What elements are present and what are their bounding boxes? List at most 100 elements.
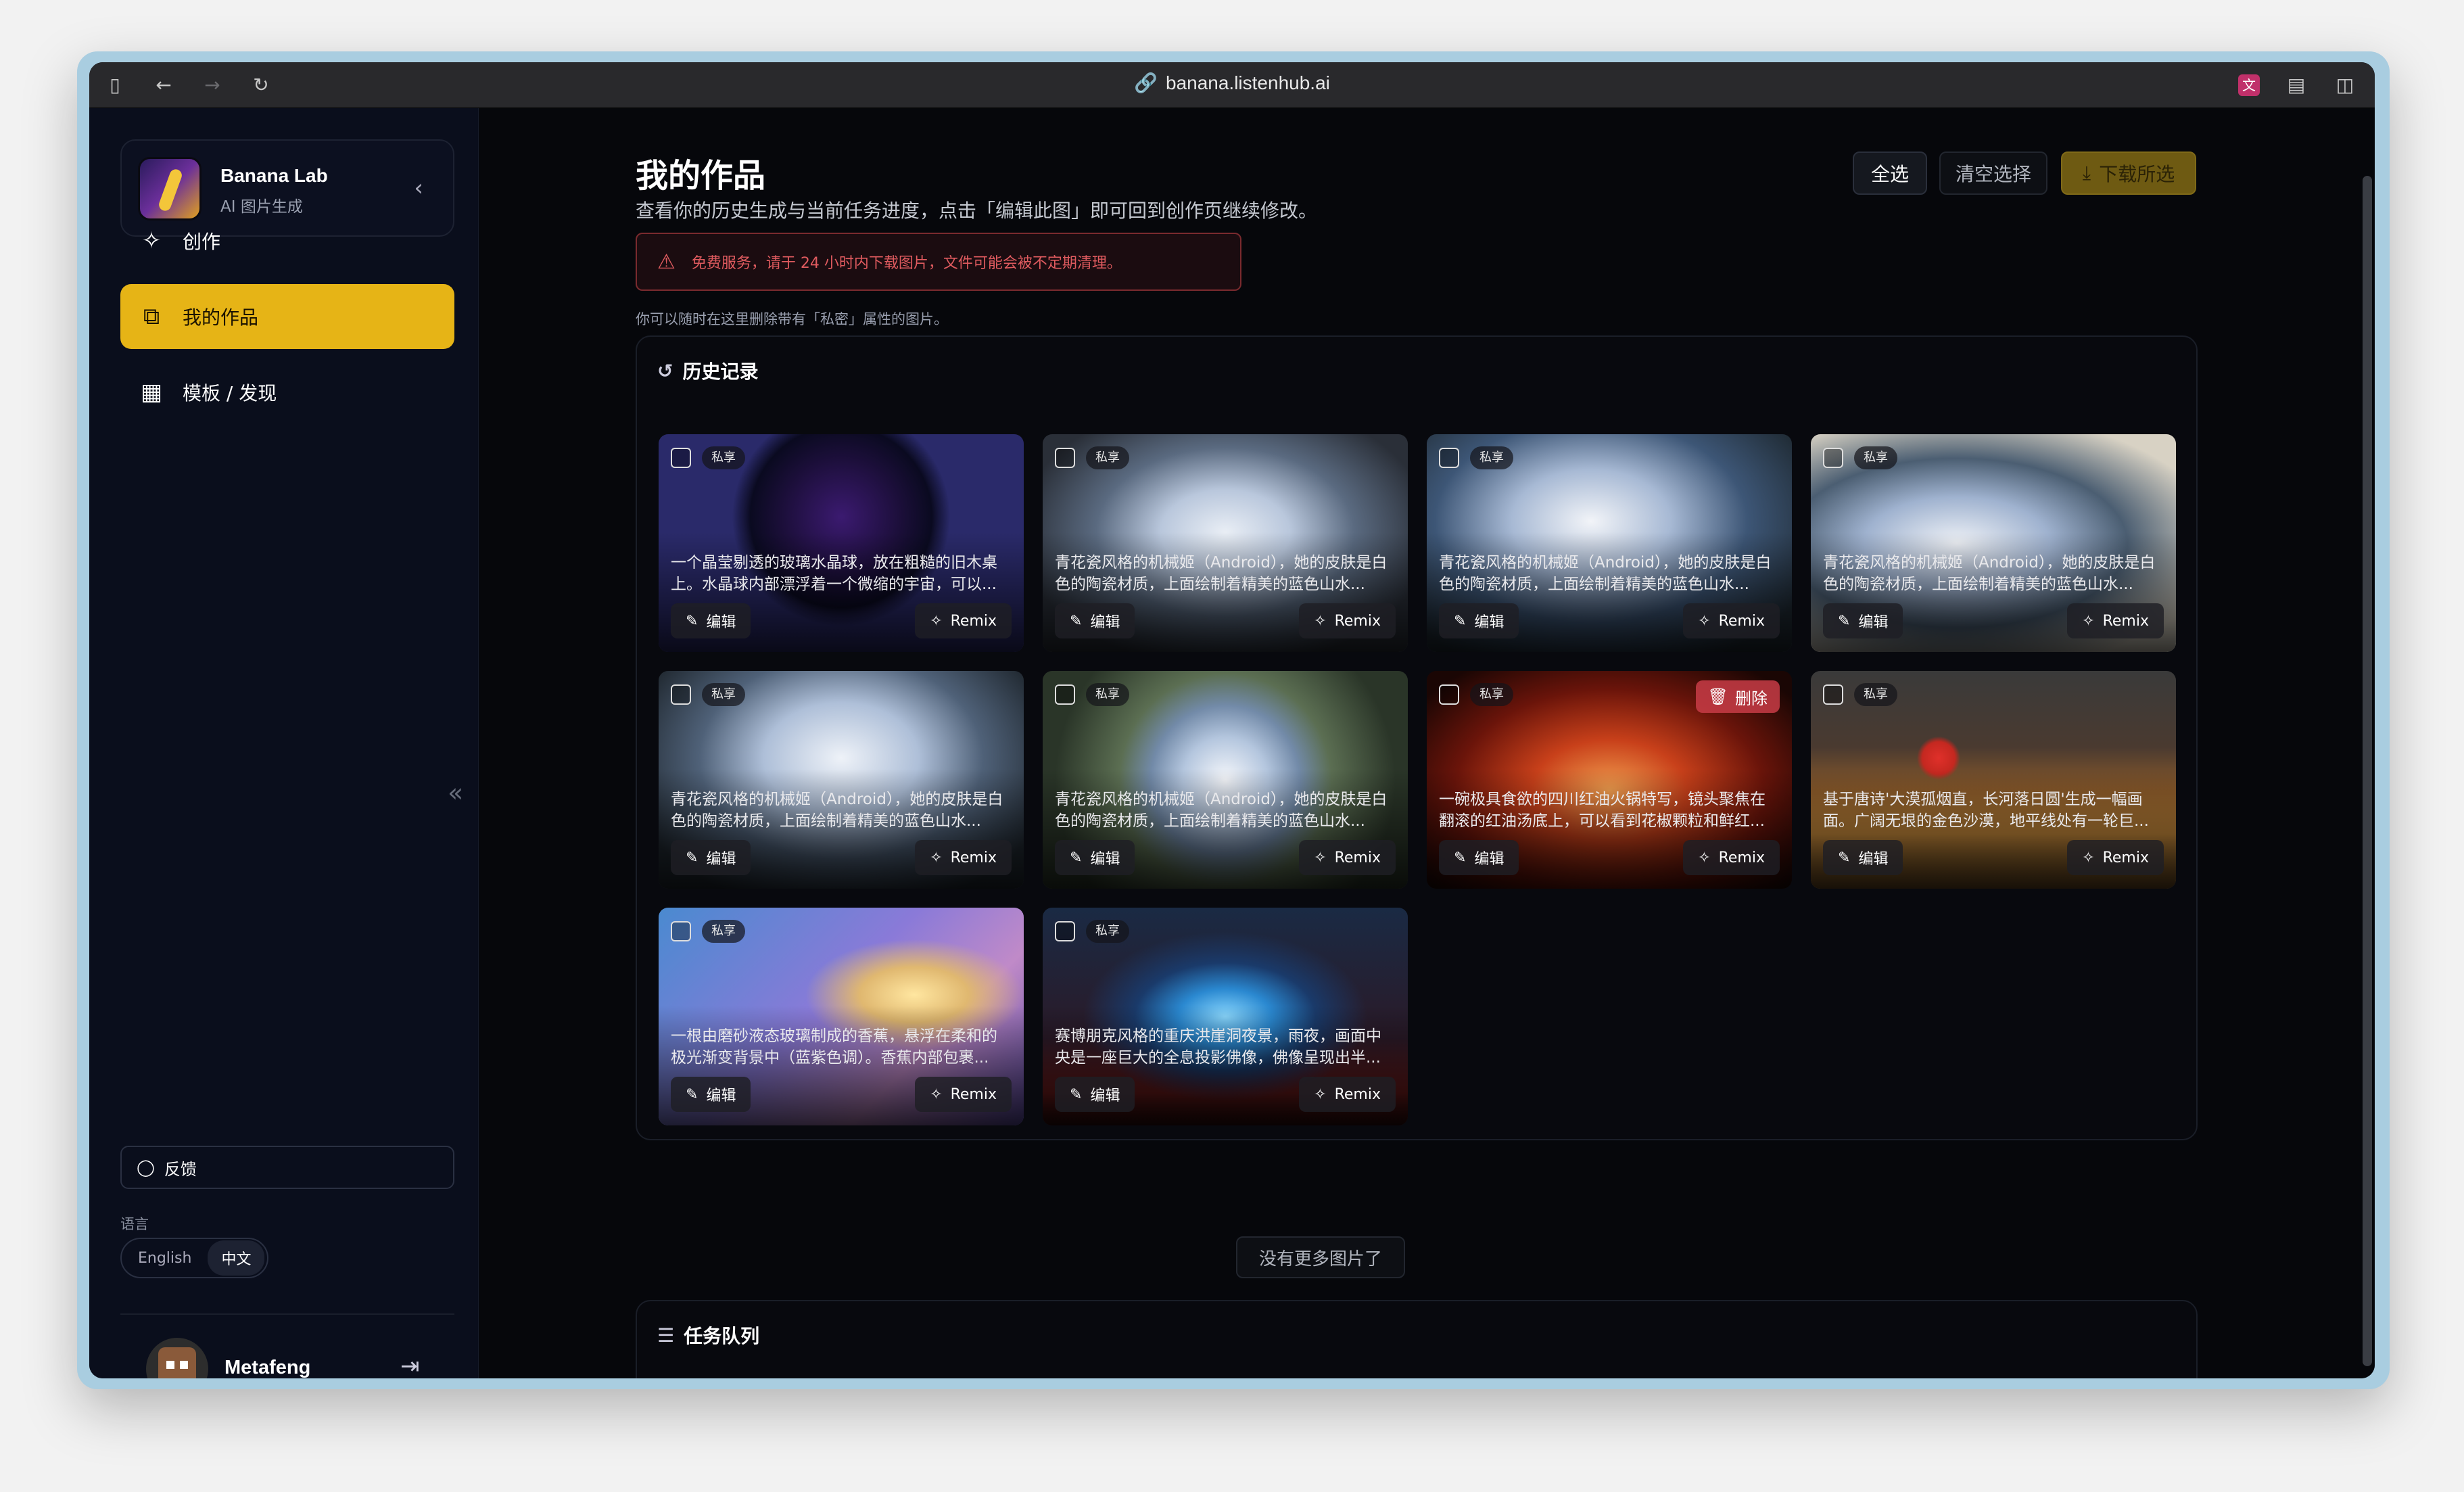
image-card[interactable]: 私享赛博朋克风格的重庆洪崖洞夜景，雨夜，画面中央是一座巨大的全息投影佛像，佛像呈… [1043,908,1408,1125]
remix-button[interactable]: ✧ Remix [2067,840,2164,875]
card-description: 青花瓷风格的机械姬（Android），她的皮肤是白色的陶瓷材质，上面绘制着精美的… [1823,554,2156,593]
remix-button[interactable]: ✧ Remix [2067,603,2164,638]
reader-icon[interactable]: ▤ [2285,74,2307,96]
card-checkbox[interactable] [671,684,691,705]
edit-button[interactable]: ✎ 编辑 [1055,1077,1135,1112]
no-more-button[interactable]: 没有更多图片了 [1236,1236,1405,1278]
image-card[interactable]: 私享 青花瓷风格的机械姬（Android），她的皮肤是白色的陶瓷材质，上面绘制着精… [1811,434,2176,652]
edit-button[interactable]: ✎ 编辑 [671,1077,751,1112]
private-tag: 私享 [1470,683,1513,706]
pencil-icon: ✎ [1070,849,1083,866]
remix-button[interactable]: ✧ Remix [1299,1077,1396,1112]
url-text: banana.listenhub.ai [1166,72,1330,93]
sparkle-icon: ✧ [1314,1086,1327,1103]
checklist-icon: ☰ [657,1324,675,1347]
remix-button[interactable]: ✧ Remix [1299,603,1396,638]
image-card[interactable]: 私享 一个晶莹剔透的玻璃水晶球，放在粗糙的旧木桌上。水晶球内部漂浮着一个微缩的宇宙… [659,434,1024,652]
download-selected-button[interactable]: ⤓ 下载所选 [2061,151,2196,195]
card-checkbox[interactable] [1055,448,1075,468]
remix-button[interactable]: ✧ Remix [915,840,1012,875]
remix-label: Remix [1334,612,1381,630]
logout-icon[interactable]: ⇥ [400,1353,420,1378]
delete-button[interactable]: 🗑 删除 [1695,680,1780,713]
warning-text: 免费服务，请于 24 小时内下载图片，文件可能会被不定期清理。 [691,255,1122,272]
forward-arrow-icon[interactable]: → [202,74,223,96]
remix-label: Remix [950,1086,997,1103]
edit-button[interactable]: ✎ 编辑 [1823,840,1903,875]
card-description: 基于唐诗'大漠孤烟直，长河落日圆'生成一幅画面。广阔无垠的金色沙漠，地平线处有一… [1823,791,2149,830]
card-description: 赛博朋克风格的重庆洪崖洞夜景，雨夜，画面中央是一座巨大的全息投影佛像，佛像呈现出… [1055,1027,1381,1067]
sparkle-icon: ✧ [1698,612,1711,630]
nav-item-templates[interactable]: ▦ 模板 / 发现 [120,360,454,425]
private-tag: 私享 [1086,446,1129,469]
feedback-button[interactable]: ◯ 反馈 [120,1146,454,1189]
edit-button[interactable]: ✎ 编辑 [671,603,751,638]
edit-button[interactable]: ✎ 编辑 [1823,603,1903,638]
remix-label: Remix [2102,612,2149,630]
address-bar[interactable]: 🔗 banana.listenhub.ai [1134,72,1330,94]
image-card[interactable]: 私享 青花瓷风格的机械姬（Android），她的皮肤是白色的陶瓷材质，上面绘制着精… [659,671,1024,889]
image-card[interactable]: 私享 一碗极具食欲的四川红油火锅特写，镜头聚焦在翻滚的红油汤底上，可以看到花椒颗粒… [1427,671,1792,889]
delete-label: 删除 [1735,689,1768,708]
avatar[interactable] [146,1338,208,1378]
scrollbar[interactable] [2363,176,2372,1366]
private-tag: 私享 [702,683,745,706]
pencil-icon: ✎ [686,1086,698,1103]
card-checkbox[interactable] [1055,921,1075,941]
remix-label: Remix [1718,849,1765,866]
back-arrow-icon[interactable]: ← [153,74,174,96]
sparkle-icon: ✧ [2082,849,2095,866]
card-checkbox[interactable] [1823,448,1843,468]
private-tag: 私享 [1086,920,1129,943]
lang-option-english[interactable]: English [124,1243,205,1274]
nav-item-create[interactable]: ✧ 创作 [120,208,454,273]
remix-button[interactable]: ✧ Remix [1683,840,1780,875]
clear-selection-button[interactable]: 清空选择 [1939,151,2047,195]
card-checkbox[interactable] [1823,684,1843,705]
collapse-sidebar-icon[interactable]: « [448,778,463,808]
sparkle-icon: ✧ [2082,612,2095,630]
image-card[interactable]: 私享 青花瓷风格的机械姬（Android），她的皮肤是白色的陶瓷材质，上面绘制着精… [1427,434,1792,652]
remix-button[interactable]: ✧ Remix [915,603,1012,638]
remix-button[interactable]: ✧ Remix [1683,603,1780,638]
card-checkbox[interactable] [1055,684,1075,705]
edit-button[interactable]: ✎ 编辑 [671,840,751,875]
edit-label: 编辑 [706,851,736,868]
edit-button[interactable]: ✎ 编辑 [1439,603,1519,638]
sidebar-toggle-icon[interactable]: ▯ [104,74,126,96]
edit-button[interactable]: ✎ 编辑 [1439,840,1519,875]
remix-label: Remix [1334,1086,1381,1103]
gallery-icon: ⧉ [143,303,160,330]
image-card[interactable]: 私享基于唐诗'大漠孤烟直，长河落日圆'生成一幅画面。广阔无垠的金色沙漠，地平线处… [1811,671,2176,889]
edit-label: 编辑 [706,1088,736,1104]
pencil-icon: ✎ [1838,849,1851,866]
remix-button[interactable]: ✧ Remix [1299,840,1396,875]
link-icon: 🔗 [1134,72,1158,93]
queue-title: ☰ 任务队列 [657,1322,759,1349]
image-card[interactable]: 私享 青花瓷风格的机械姬（Android），她的皮肤是白色的陶瓷材质，上面绘制着精… [1043,671,1408,889]
edit-button[interactable]: ✎ 编辑 [1055,840,1135,875]
card-checkbox[interactable] [1439,684,1459,705]
card-checkbox[interactable] [1439,448,1459,468]
pencil-icon: ✎ [1070,1086,1083,1103]
chevron-left-icon[interactable]: ‹ [414,174,423,202]
remix-label: Remix [1334,849,1381,866]
remix-button[interactable]: ✧ Remix [915,1077,1012,1112]
lang-option-chinese[interactable]: 中文 [208,1240,265,1276]
pencil-icon: ✎ [1454,849,1467,866]
image-card[interactable]: 私享 一根由磨砂液态玻璃制成的香蕉，悬浮在柔和的极光渐变背景中（蓝紫色调）。香蕉内… [659,908,1024,1125]
nav-item-my-works[interactable]: ⧉ 我的作品 [120,284,454,349]
feedback-label: 反馈 [164,1159,197,1179]
trash-icon: 🗑 [1707,687,1728,706]
reload-icon[interactable]: ↻ [250,74,272,96]
select-all-button[interactable]: 全选 [1853,151,1927,195]
image-card[interactable]: 私享 青花瓷风格的机械姬（Android），她的皮肤是白色的陶瓷材质，上面绘制着精… [1043,434,1408,652]
private-tag: 私享 [1854,683,1897,706]
split-view-icon[interactable]: ◫ [2334,74,2356,96]
card-checkbox[interactable] [671,921,691,941]
pencil-icon: ✎ [1070,612,1083,630]
translate-icon[interactable]: 文 [2238,74,2260,96]
card-checkbox[interactable] [671,448,691,468]
edit-label: 编辑 [1090,614,1120,631]
edit-button[interactable]: ✎ 编辑 [1055,603,1135,638]
